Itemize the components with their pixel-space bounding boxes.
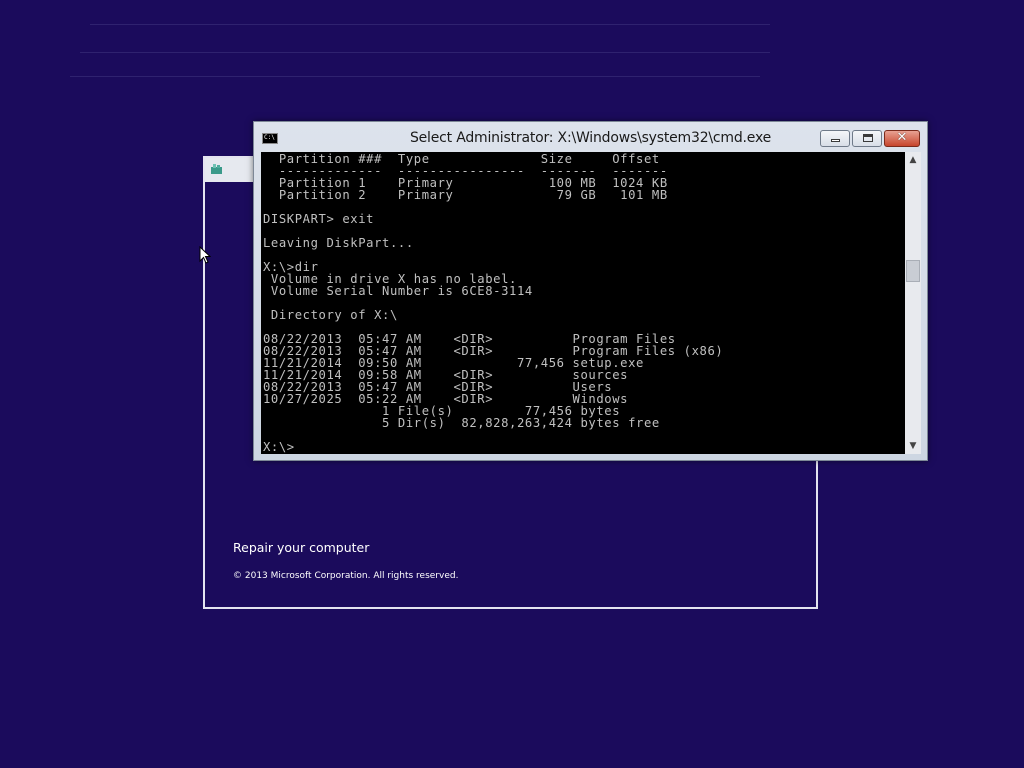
- maximize-button[interactable]: [852, 130, 882, 147]
- setup-icon: [211, 164, 222, 174]
- close-button[interactable]: ✕: [884, 130, 920, 147]
- chevron-down-icon[interactable]: ▼: [905, 438, 921, 454]
- vertical-scrollbar[interactable]: ▲ ▼: [905, 152, 921, 454]
- scroll-thumb[interactable]: [906, 260, 920, 282]
- mouse-pointer-icon: [199, 246, 211, 264]
- console-output[interactable]: Partition ### Type Size Offset ---------…: [261, 152, 905, 454]
- repair-link-label: Repair your computer: [233, 540, 370, 555]
- minimize-icon: [831, 139, 840, 142]
- background-artifact: [80, 52, 770, 53]
- console-line: Volume Serial Number is 6CE8-3114: [263, 284, 533, 298]
- maximize-icon: [863, 134, 873, 142]
- repair-your-computer-link[interactable]: Repair your computer: [233, 540, 369, 555]
- console-line: 5 Dir(s) 82,828,263,424 bytes free: [263, 416, 660, 430]
- console-line: Directory of X:\: [263, 308, 398, 322]
- chevron-up-icon[interactable]: ▲: [905, 152, 921, 168]
- close-icon: ✕: [896, 130, 908, 145]
- console-line: X:\>: [263, 440, 295, 454]
- cmd-titlebar[interactable]: C:\ Select Administrator: X:\Windows\sys…: [254, 122, 927, 152]
- background-artifact: [70, 76, 760, 77]
- minimize-button[interactable]: [820, 130, 850, 147]
- console-line: Leaving DiskPart...: [263, 236, 414, 250]
- console-line: Partition 2 Primary 79 GB 101 MB: [263, 188, 668, 202]
- console-text: Partition ### Type Size Offset ---------…: [261, 153, 905, 453]
- background-artifact: [90, 24, 770, 25]
- cmd-window[interactable]: C:\ Select Administrator: X:\Windows\sys…: [253, 121, 928, 461]
- console-line: DISKPART> exit: [263, 212, 375, 226]
- copyright-text: © 2013 Microsoft Corporation. All rights…: [233, 571, 459, 581]
